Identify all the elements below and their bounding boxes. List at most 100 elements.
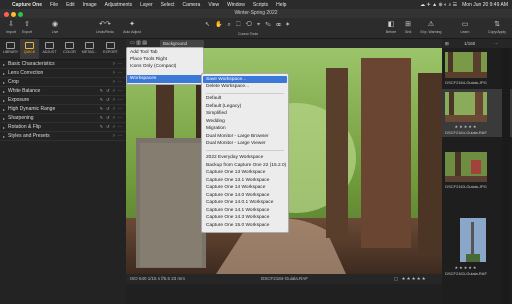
learn-button[interactable]: ▭ Learn	[454, 18, 476, 38]
chevron-right-icon: ▸	[2, 97, 5, 103]
tool-crop[interactable]: ▸ Crop? ⋯	[0, 78, 126, 87]
browser-view-icon[interactable]: ⊞	[445, 41, 449, 47]
tool-white-balance[interactable]: ▸ White Balance ✎ ↺ ? ⋯	[0, 87, 126, 96]
tool-exposure[interactable]: ▸ Exposure ✎ ↺ ? ⋯	[0, 96, 126, 105]
tool-options-icon[interactable]: ✎ ↺ ? ⋯	[100, 88, 123, 93]
menu-window[interactable]: Window	[227, 2, 245, 8]
auto-adjust-button[interactable]: ✦ Auto Adjust	[118, 18, 146, 38]
menu-item-workspace[interactable]: Default (Legacy)	[206, 104, 241, 109]
tool-tab-context-menu: Add Tool Tab Place Tools Right Icons Onl…	[126, 47, 204, 85]
menu-item-workspaces[interactable]: Workspaces ›	[127, 75, 203, 83]
cursor-tools-icons[interactable]: ↖✋⌕⬚⟲⌖✎⌫✶	[205, 21, 335, 30]
adjust-icon	[45, 42, 54, 49]
menu-item-workspace[interactable]: Capture One 14.1 Workspace	[206, 208, 269, 213]
menu-edit[interactable]: Edit	[66, 2, 75, 8]
tab-library[interactable]: LIBRARY	[1, 39, 20, 59]
menu-select[interactable]: Select	[161, 2, 175, 8]
menu-app-name[interactable]: Capture One	[12, 2, 42, 8]
menu-item-icons-only[interactable]: Icons Only (Compact)	[130, 64, 176, 69]
menu-item-workspace[interactable]: Capture One 14 Workspace	[206, 185, 265, 190]
auto-adjust-icon: ✦	[129, 21, 135, 28]
tool-options-icon[interactable]: ? ⋯	[113, 61, 123, 66]
viewer-filename: DSCF2184-Guiala.RAF	[261, 276, 309, 281]
tab-adjust[interactable]: ADJUST	[40, 39, 59, 59]
menu-item-workspace[interactable]: Capture One 14.0 Workspace	[206, 193, 269, 198]
thumbnail-image	[460, 218, 486, 262]
copy-apply-button[interactable]: ⇅ Copy/Apply	[483, 18, 511, 38]
menu-item-workspace[interactable]: Capture One 14.0.1 Workspace	[206, 200, 273, 205]
rating-stars[interactable]: ▢ ★★★★★	[394, 276, 427, 282]
menu-clock[interactable]: Mon Jun 20 9:49 AM	[462, 2, 508, 8]
tab-metadata[interactable]: METAD...	[80, 39, 99, 59]
tool-options-icon[interactable]: ? ⋯	[113, 70, 123, 75]
tools-panel: ▸ Basic Characteristics? ⋯ ▸ Lens Correcti…	[0, 60, 126, 304]
menu-item-workspace[interactable]: Backup from Capture One 22 (15.2.0)	[206, 163, 286, 168]
menu-image[interactable]: Image	[83, 2, 97, 8]
color-icon	[65, 42, 74, 49]
browser-scrollbar[interactable]	[502, 48, 510, 304]
thumbnail-image	[445, 152, 487, 182]
window-title: Winter-Spring 2022	[234, 10, 278, 16]
menu-item-workspace[interactable]: Capture One 14.3 Workspace	[206, 215, 269, 220]
undo-redo-icon: ↶↷	[99, 21, 111, 28]
export-button[interactable]: ⇧ Export	[16, 18, 38, 38]
tab-export[interactable]: EXPORT	[101, 39, 120, 59]
export-tab-icon	[106, 42, 115, 49]
menu-item-workspace[interactable]: Capture One 15.0 Workspace	[206, 223, 269, 228]
layout-icons[interactable]: ▭ ▥ ▤	[130, 40, 147, 46]
before-icon: ◧	[387, 21, 395, 28]
menu-item-place-tools-right[interactable]: Place Tools Right	[130, 57, 167, 62]
menu-item-workspace[interactable]: Migration	[206, 126, 226, 131]
tool-options-icon[interactable]: ✎ ↺ ? ⋯	[100, 97, 123, 102]
menu-view[interactable]: View	[208, 2, 219, 8]
menu-item-workspace[interactable]: Simplified	[206, 111, 227, 116]
menu-scripts[interactable]: Scripts	[253, 2, 268, 8]
tool-basic-characteristics[interactable]: ▸ Basic Characteristics? ⋯	[0, 60, 126, 69]
menu-item-save-workspace[interactable]: Save Workspace...	[203, 76, 287, 83]
menu-camera[interactable]: Camera	[183, 2, 201, 8]
menu-item-workspace[interactable]: Capture One 13 Workspace	[206, 170, 265, 175]
tool-sharpening[interactable]: ▸ Sharpening ✎ ↺ ? ⋯	[0, 114, 126, 123]
thumbnail-rating[interactable]: ★★★★★	[442, 265, 490, 270]
import-icon: ⇩	[8, 21, 14, 28]
status-icons[interactable]: ☁ ✈ ▲ ⊕ ◐ ⌕ ☰	[420, 2, 457, 8]
camera-icon: ◉	[51, 21, 59, 28]
tool-options-icon[interactable]: ? ⋯	[113, 79, 123, 84]
menu-adjustments[interactable]: Adjustments	[105, 2, 133, 8]
tool-lens-correction[interactable]: ▸ Lens Correction? ⋯	[0, 69, 126, 78]
main-toolbar: ⇩ Import ⇧ Export ◉ Live ↶↷ Undo/Redo ✦ Auto …	[0, 18, 512, 39]
thumbnail-rating[interactable]: ★★★★★	[442, 124, 490, 129]
menu-item-workspace[interactable]: Capture One 13.1 Workspace	[206, 178, 269, 183]
tool-high-dynamic-range[interactable]: ▸ High Dynamic Range ✎ ↺ ? ⋯	[0, 105, 126, 114]
chevron-right-icon: ▸	[2, 106, 5, 112]
background-select[interactable]: Background	[160, 40, 204, 47]
thumbnail-image	[445, 92, 487, 122]
learn-icon: ▭	[461, 21, 469, 28]
menu-file[interactable]: File	[50, 2, 58, 8]
tool-options-icon[interactable]: ✎ ↺ ? ⋯	[100, 106, 123, 111]
tool-options-icon[interactable]: ✎ ↺ ? ⋯	[100, 115, 123, 120]
exposure-warning-button[interactable]: ⚠ Exp. Warning	[417, 18, 445, 38]
tab-quick[interactable]: QUICK	[20, 39, 39, 59]
tool-options-icon[interactable]: ✎ ↺ ? ⋯	[100, 124, 123, 129]
undo-redo-button[interactable]: ↶↷ Undo/Redo	[92, 18, 118, 38]
library-icon	[6, 42, 15, 49]
tool-styles-presets[interactable]: ▸ Styles and Presets? ⋯	[0, 132, 126, 141]
menu-help[interactable]: Help	[276, 2, 286, 8]
menu-layer[interactable]: Layer	[140, 2, 153, 8]
menu-item-workspace[interactable]: 2022 Everyday Workspace	[206, 155, 263, 160]
grid-button[interactable]: ⊞ Grid	[397, 18, 419, 38]
workspaces-submenu: Save Workspace... Delete Workspace... De…	[201, 73, 289, 233]
menu-item-workspace[interactable]: Dual Monitor - Large Browser	[206, 134, 269, 139]
menu-item-workspace[interactable]: Wedding	[206, 119, 225, 124]
menu-item-add-tool-tab[interactable]: Add Tool Tab	[130, 50, 158, 55]
menu-item-workspace[interactable]: Default	[206, 96, 221, 101]
browser-menu-icon[interactable]: ⋯	[494, 41, 499, 47]
tool-options-icon[interactable]: ? ⋯	[113, 133, 123, 138]
live-button[interactable]: ◉ Live	[44, 18, 66, 38]
menu-item-delete-workspace[interactable]: Delete Workspace...	[206, 84, 249, 89]
tab-color[interactable]: COLOR	[60, 39, 79, 59]
grid-icon: ⊞	[405, 21, 411, 28]
menu-item-workspace[interactable]: Dual Monitor - Large Viewer	[206, 141, 266, 146]
tool-rotation-flip[interactable]: ▸ Rotation & Flip ✎ ↺ ? ⋯	[0, 123, 126, 132]
